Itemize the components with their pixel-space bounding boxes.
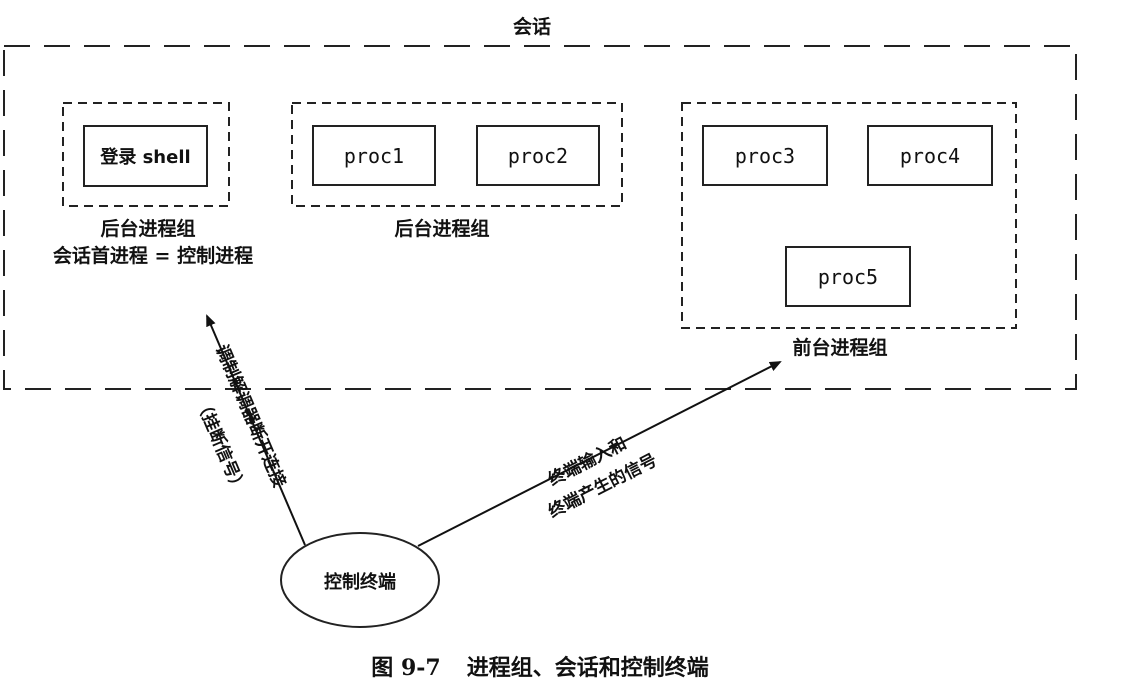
proc2-box: proc2 — [476, 125, 600, 186]
login-shell-box: 登录 shell — [83, 125, 208, 187]
bg-group-label: 后台进程组 — [394, 218, 490, 240]
terminal-label: 控制终端 — [324, 572, 396, 593]
diagram-canvas — [3, 45, 1077, 628]
proc5-box: proc5 — [785, 246, 911, 307]
proc1-box: proc1 — [312, 125, 436, 186]
proc3-box: proc3 — [702, 125, 828, 186]
login-group-label: 后台进程组 — [100, 218, 196, 240]
figure-title: 进程组、会话和控制终端 — [466, 655, 709, 681]
proc4-box: proc4 — [867, 125, 993, 186]
fg-group-label: 前台进程组 — [792, 337, 888, 359]
session-leader-label: 会话首进程 = 控制进程 — [52, 245, 254, 267]
figure-number: 图 9-7 — [371, 655, 441, 681]
figure-caption: 图 9-7 进程组、会话和控制终端 — [371, 650, 708, 682]
session-label: 会话 — [512, 16, 552, 38]
